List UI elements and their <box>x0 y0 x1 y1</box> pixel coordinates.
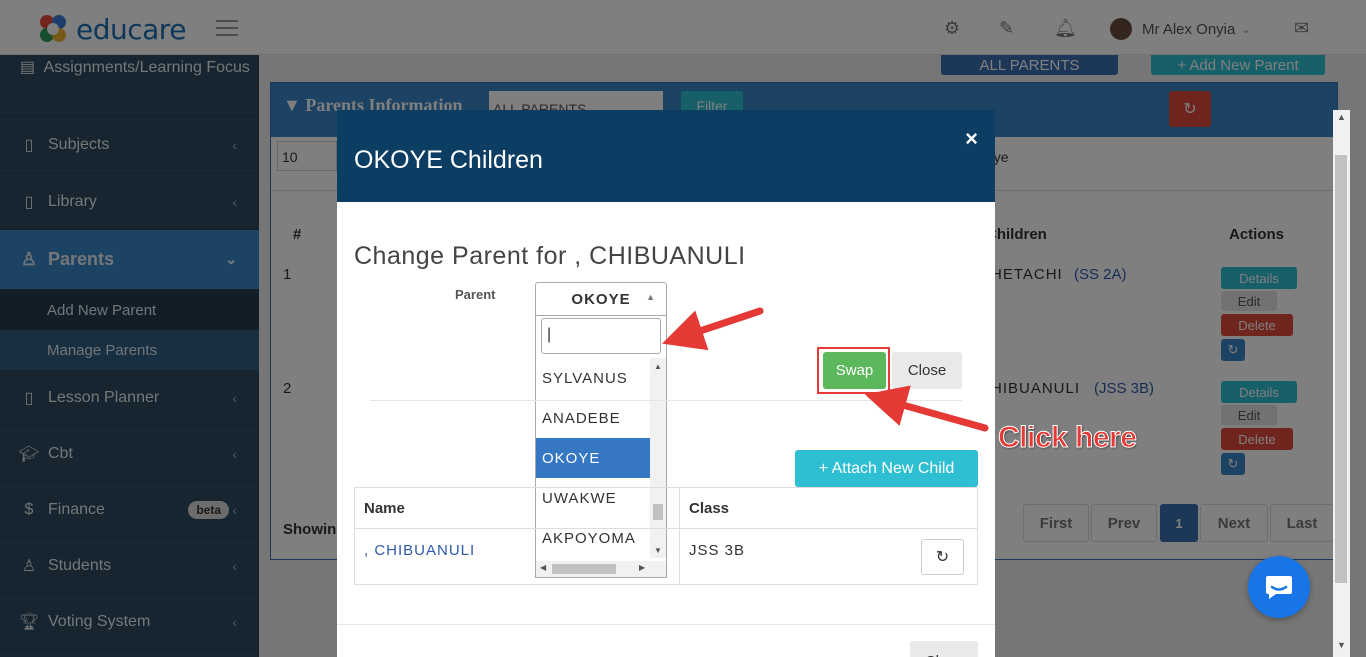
chat-button[interactable] <box>1248 556 1310 618</box>
arrow-to-search <box>662 307 764 351</box>
arrow-to-swap <box>864 385 989 432</box>
chat-icon <box>1266 576 1292 599</box>
click-here-label: Click here <box>997 421 1137 455</box>
annotation-arrows <box>662 307 989 432</box>
